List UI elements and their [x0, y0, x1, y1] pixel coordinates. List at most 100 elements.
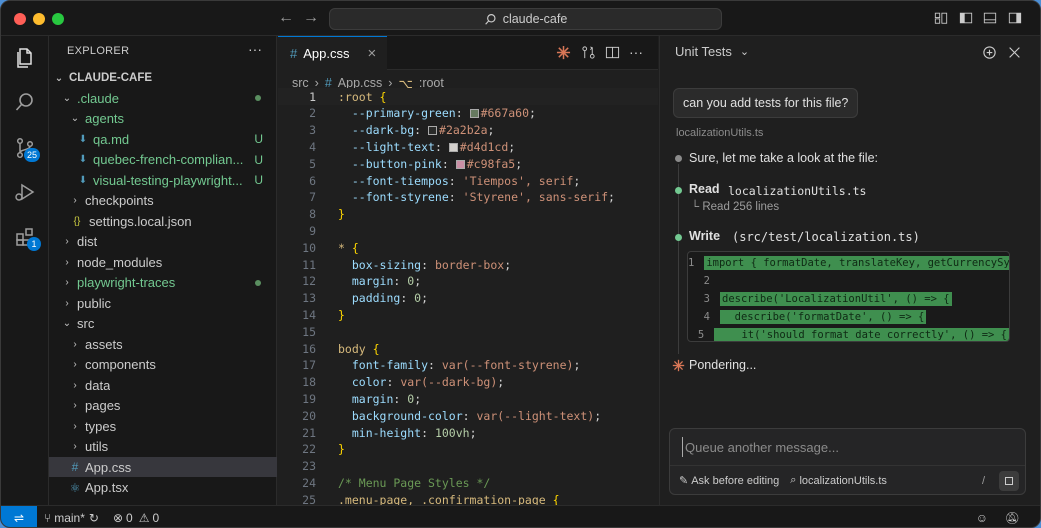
git-branch[interactable]: main* [54, 511, 85, 525]
error-icon: ⊗ [112, 510, 124, 525]
code-line: 17 font-family: var(--font-styrene); [278, 357, 658, 374]
diff-line: 1 import { formatDate, translateKey, getC… [688, 254, 1009, 272]
copilot-icon[interactable]: ☺ [976, 511, 988, 525]
stop-button[interactable] [999, 470, 1019, 491]
tree-folder[interactable]: › utils [49, 437, 277, 457]
back-arrow-icon[interactable]: ← [278, 9, 294, 27]
split-editor-icon[interactable] [605, 45, 620, 60]
tree-folder[interactable]: › dist [49, 232, 277, 252]
notifications-bell-icon[interactable]: 🔕︎ [1005, 511, 1020, 525]
remote-indicator[interactable]: ⇌ [1, 505, 37, 527]
tree-folder[interactable]: › public [49, 293, 277, 313]
tree-folder[interactable]: › playwright-traces [49, 273, 277, 293]
line-content: --button-pink: #c98fa5; [338, 156, 523, 171]
tree-file[interactable]: # App.css [49, 457, 277, 477]
tree-folder[interactable]: › components [49, 355, 277, 375]
explorer-more-button[interactable]: ··· [248, 41, 262, 57]
git-modified-dot [255, 279, 261, 286]
warning-count[interactable]: 0 [152, 511, 159, 525]
tree-item-label: quebec-french-complian... [93, 152, 244, 167]
search-icon [484, 13, 496, 25]
run-debug-icon[interactable] [13, 180, 37, 204]
tree-folder[interactable]: › assets [49, 334, 277, 354]
tree-folder[interactable]: › types [49, 416, 277, 436]
line-number: 9 [309, 223, 316, 238]
tree-folder[interactable]: › data [49, 375, 277, 395]
read-tool-file[interactable]: localizationUtils.ts [728, 184, 866, 198]
code-line: 14} [278, 306, 658, 323]
error-count[interactable]: 0 [126, 511, 133, 525]
close-window-button[interactable] [14, 13, 26, 25]
line-content: --font-tiempos: 'Tiempos', serif; [338, 173, 581, 188]
chevron-right-icon: › [65, 297, 69, 309]
status-bar: ⇌ ⑂ main* ↻ ⊗ 0 ⚠ 0 ☺ 🔕︎ [1, 505, 1040, 527]
chevron-right-icon: › [73, 359, 77, 370]
search-icon[interactable] [13, 90, 37, 114]
diff-line: 2 [688, 272, 1009, 290]
tree-folder[interactable]: ⌄ .claude [49, 88, 277, 108]
tree-folder[interactable]: ⌄ src [49, 314, 277, 334]
diff-line-text: describe('formatDate', () => { [720, 310, 927, 324]
code-line: 2 --primary-green: #667a60; [278, 105, 658, 122]
step-dot-success [675, 234, 682, 241]
tab-close-icon[interactable]: × [367, 45, 376, 62]
line-content: background-color: var(--light-text); [338, 408, 602, 423]
activity-bar: 25 1 [1, 36, 49, 505]
attached-file-ref[interactable]: localizationUtils.ts [676, 127, 763, 139]
session-title: Unit Tests [675, 44, 732, 59]
diff-line-number: 3 [703, 293, 710, 305]
mode-selector[interactable]: Ask before editing [691, 475, 779, 487]
explorer-files-icon[interactable] [13, 46, 37, 70]
tree-item-label: utils [85, 439, 109, 454]
tree-item-label: agents [85, 111, 125, 126]
write-tool-path[interactable]: (src/test/localization.ts) [732, 230, 920, 244]
tree-file[interactable]: ⚛ App.tsx [49, 478, 277, 498]
toggle-secondary-sidebar-icon[interactable] [1008, 11, 1022, 25]
tree-file[interactable]: ⬇ quebec-french-complian... U [49, 150, 277, 170]
tree-file[interactable]: {} settings.local.json [49, 211, 277, 231]
tree-item-label: public [77, 295, 111, 311]
tree-folder[interactable]: › checkpoints [49, 191, 277, 211]
line-content: } [338, 442, 345, 457]
line-number: 22 [302, 442, 316, 457]
tree-item-label: App.tsx [85, 480, 129, 495]
toggle-primary-sidebar-icon[interactable] [959, 11, 973, 25]
source-control-badge: 25 [24, 148, 40, 162]
tree-file[interactable]: ⬇ qa.md U [49, 129, 277, 149]
color-swatch[interactable] [428, 126, 438, 136]
code-line: 13 padding: 0; [278, 290, 658, 307]
editor-more-actions-icon[interactable]: ··· [629, 44, 643, 60]
forward-arrow-icon[interactable]: → [303, 9, 319, 27]
color-swatch[interactable] [455, 159, 465, 169]
line-number: 24 [302, 475, 316, 490]
close-panel-icon[interactable] [1008, 46, 1021, 59]
tree-folder[interactable]: ⌄ agents [49, 109, 277, 129]
editor-tabs: # App.css × ··· [278, 36, 658, 70]
tree-folder[interactable]: › pages [49, 396, 277, 416]
zoom-window-button[interactable] [52, 13, 64, 25]
chevron-right-icon: › [65, 277, 69, 288]
minimize-window-button[interactable] [33, 13, 45, 25]
claude-spark-icon[interactable] [556, 45, 571, 60]
slash-command-button[interactable]: / [982, 475, 985, 487]
chat-input[interactable] [682, 437, 1012, 457]
tab-app-css[interactable]: # App.css × [278, 36, 387, 70]
sync-icon[interactable]: ↻ [89, 511, 99, 525]
command-center-search[interactable]: claude-cafe [329, 8, 722, 30]
new-session-icon[interactable] [982, 45, 997, 60]
explorer-root-folder[interactable]: ⌄ CLAUDE-CAFE [49, 68, 277, 88]
context-file-chip[interactable]: localizationUtils.ts [799, 475, 886, 487]
session-selector[interactable]: Unit Tests ⌄ [675, 44, 749, 59]
toggle-panel-icon[interactable] [983, 11, 997, 25]
open-changes-icon[interactable] [581, 45, 596, 60]
tree-folder[interactable]: › node_modules [49, 252, 277, 272]
customize-layout-icon[interactable] [934, 11, 948, 25]
tree-file[interactable]: ⬇ visual-testing-playwright... U [49, 170, 277, 190]
write-diff-preview[interactable]: 1 import { formatDate, translateKey, getC… [687, 251, 1010, 342]
line-number: 1 [309, 89, 316, 104]
color-swatch[interactable] [448, 142, 458, 152]
color-swatch[interactable] [469, 109, 479, 119]
react-file-icon: ⚛ [69, 480, 81, 495]
chevron-right-icon: › [73, 400, 77, 411]
code-line: 6 --font-tiempos: 'Tiempos', serif; [278, 172, 658, 189]
